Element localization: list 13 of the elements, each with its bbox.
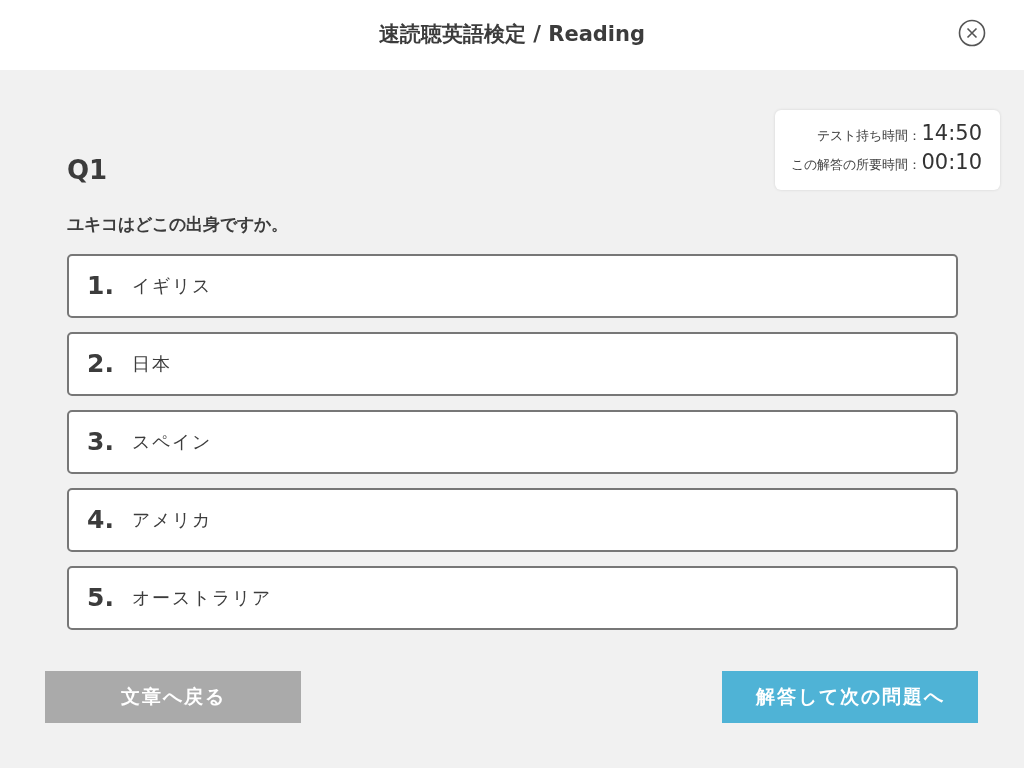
timer-label: テスト持ち時間： [817,127,922,145]
answer-option[interactable]: 4. アメリカ [67,487,958,552]
answer-option[interactable]: 2. 日本 [67,331,958,396]
question-number: Q1 [67,154,108,187]
timer-value: 00:10 [921,149,982,176]
answer-option[interactable]: 1. イギリス [67,253,958,318]
timer-value: 14:50 [921,120,982,147]
page-title: 速読聴英語検定 / Reading [378,21,646,49]
answer-option[interactable]: 3. スペイン [67,409,958,474]
timer-label: この解答の所要時間： [791,156,922,174]
answer-option[interactable]: 5. オーストラリア [67,565,958,630]
question-text: ユキコはどこの出身ですか。 [67,213,289,236]
close-icon[interactable] [958,19,986,47]
